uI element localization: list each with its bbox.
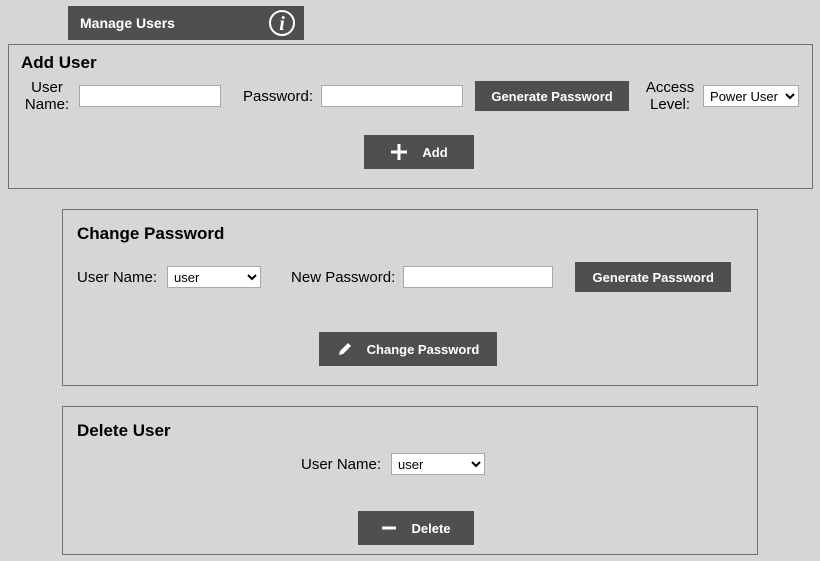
- pencil-icon: [337, 341, 353, 357]
- add-user-panel: Add User UserName: Password: Generate Pa…: [8, 44, 813, 189]
- change-password-button[interactable]: Change Password: [319, 332, 497, 366]
- svg-text:i: i: [279, 13, 285, 35]
- access-level-select[interactable]: Power User: [703, 85, 799, 107]
- delete-button-label: Delete: [411, 521, 450, 536]
- cp-username-select[interactable]: user: [167, 266, 261, 288]
- add-button[interactable]: Add: [364, 135, 474, 169]
- cp-username-label: User Name:: [77, 269, 157, 286]
- delete-user-title: Delete User: [77, 421, 171, 441]
- delete-button[interactable]: Delete: [358, 511, 474, 545]
- delete-user-panel: Delete User User Name: user Delete: [62, 406, 758, 555]
- change-password-title: Change Password: [77, 224, 224, 244]
- minus-icon: [381, 520, 397, 536]
- change-password-button-label: Change Password: [367, 342, 480, 357]
- cp-new-password-label: New Password:: [291, 269, 395, 286]
- access-level-label: AccessLevel:: [641, 79, 699, 114]
- cp-new-password-input[interactable]: [403, 266, 553, 288]
- username-label: UserName:: [19, 79, 75, 114]
- info-icon[interactable]: i: [268, 9, 296, 40]
- del-username-label: User Name:: [301, 456, 381, 473]
- cp-generate-password-button[interactable]: Generate Password: [575, 262, 731, 292]
- plus-icon: [390, 143, 408, 161]
- del-username-select[interactable]: user: [391, 453, 485, 475]
- page-title: Manage Users: [80, 15, 175, 31]
- add-button-label: Add: [422, 145, 447, 160]
- add-user-title: Add User: [21, 53, 97, 73]
- generate-password-button[interactable]: Generate Password: [475, 81, 629, 111]
- username-input[interactable]: [79, 85, 221, 107]
- change-password-panel: Change Password User Name: user New Pass…: [62, 209, 758, 386]
- password-label: Password:: [243, 88, 313, 105]
- password-input[interactable]: [321, 85, 463, 107]
- page-header: Manage Users i: [68, 6, 304, 40]
